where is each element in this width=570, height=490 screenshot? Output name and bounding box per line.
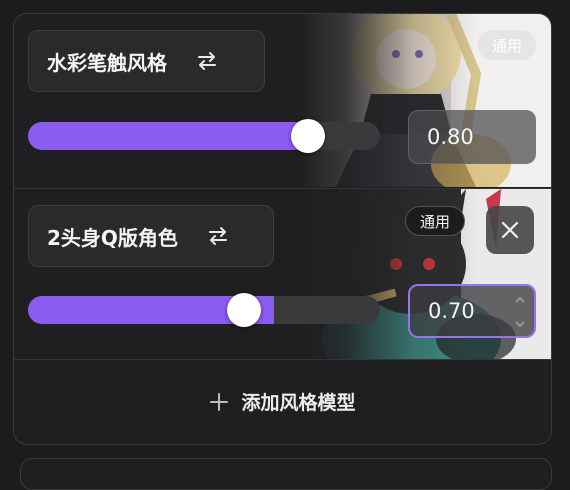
add-style-model-label: 添加风格模型 — [241, 392, 356, 414]
swap-arrows-icon[interactable] — [206, 224, 230, 248]
style-name-label: 2头身Q版角色 — [47, 225, 178, 250]
decrement-icon[interactable] — [512, 314, 528, 332]
weight-slider[interactable] — [28, 293, 380, 327]
slider-track[interactable] — [28, 122, 380, 150]
weight-value-input[interactable]: 0.80 — [408, 110, 536, 164]
scope-badge: 通用 — [405, 206, 466, 236]
remove-style-button[interactable] — [486, 206, 534, 254]
style-name-label: 水彩笔触风格 — [47, 50, 167, 75]
style-name-button[interactable]: 水彩笔触风格 — [28, 30, 265, 92]
increment-icon[interactable] — [512, 290, 528, 308]
style-model-item: 水彩笔触风格 通用 0.80 — [14, 14, 551, 187]
weight-value: 0.70 — [428, 299, 475, 323]
swap-arrows-icon[interactable] — [195, 49, 219, 73]
slider-track[interactable] — [28, 296, 380, 324]
scope-badge: 通用 — [477, 30, 536, 60]
close-icon — [501, 221, 519, 239]
style-model-item: 2头身Q版角色 通用 0.70 — [14, 188, 551, 360]
style-name-button[interactable]: 2头身Q版角色 — [28, 205, 274, 267]
slider-thumb[interactable] — [291, 119, 326, 153]
style-model-panel: 水彩笔触风格 通用 0.80 2头身Q版角色 通用 0.70 添加风格模型 — [13, 13, 552, 445]
add-style-model-button[interactable]: 添加风格模型 — [14, 359, 551, 444]
slider-fill — [28, 122, 310, 150]
plus-icon — [210, 392, 229, 411]
number-stepper[interactable] — [512, 290, 528, 332]
weight-value: 0.80 — [427, 125, 474, 149]
weight-value-input[interactable]: 0.70 — [408, 284, 536, 338]
next-panel — [20, 458, 552, 490]
weight-slider[interactable] — [28, 119, 380, 153]
